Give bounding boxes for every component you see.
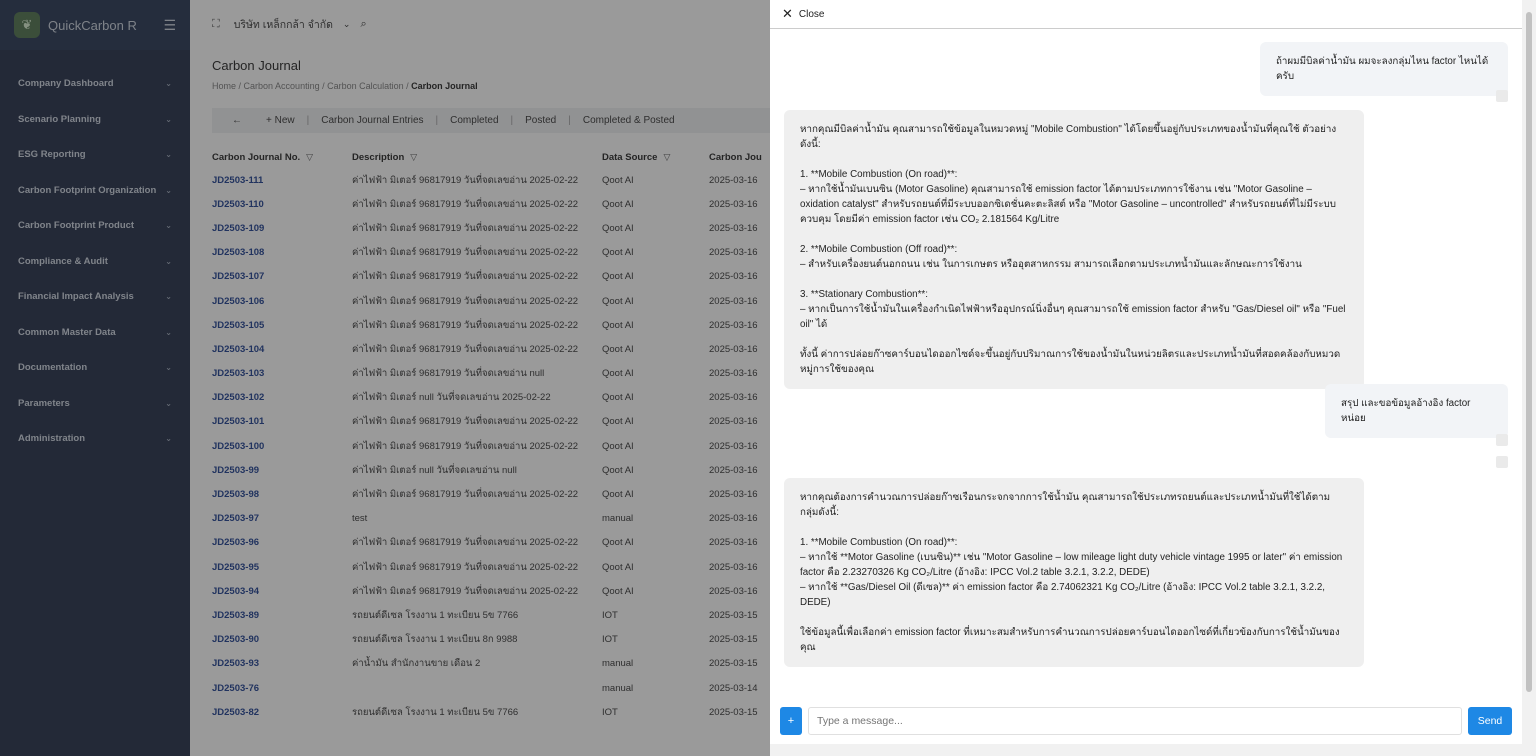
chat-panel: ✕ Close ถ้าผมมีบิลค่าน้ำมัน ผมจะลงกลุ่มไ… <box>770 0 1536 756</box>
copy-icon[interactable] <box>1496 434 1508 446</box>
horizontal-scrollbar[interactable] <box>770 744 1522 756</box>
scrollbar-thumb[interactable] <box>1526 12 1532 692</box>
close-button[interactable]: Close <box>799 9 825 20</box>
vertical-scrollbar[interactable] <box>1522 0 1536 756</box>
chat-input-bar: + Send <box>780 706 1512 736</box>
modal-backdrop[interactable] <box>0 0 770 756</box>
assistant-message: หากคุณต้องการคำนวณการปล่อยก๊าซเรือนกระจก… <box>784 478 1364 667</box>
close-icon[interactable]: ✕ <box>782 6 793 22</box>
user-message: ถ้าผมมีบิลค่าน้ำมัน ผมจะลงกลุ่มไหน facto… <box>1260 42 1508 96</box>
message-input[interactable] <box>808 707 1462 735</box>
send-button[interactable]: Send <box>1468 707 1512 735</box>
chat-messages: ถ้าผมมีบิลค่าน้ำมัน ผมจะลงกลุ่มไหน facto… <box>770 30 1520 698</box>
user-message: สรุป และขอข้อมูลอ้างอิง factor หน่อย <box>1325 384 1508 438</box>
retry-icon[interactable] <box>1496 456 1508 468</box>
add-attachment-button[interactable]: + <box>780 707 802 735</box>
chat-panel-header: ✕ Close <box>770 0 1536 29</box>
assistant-message: หากคุณมีบิลค่าน้ำมัน คุณสามารถใช้ข้อมูลใ… <box>784 110 1364 389</box>
copy-icon[interactable] <box>1496 90 1508 102</box>
